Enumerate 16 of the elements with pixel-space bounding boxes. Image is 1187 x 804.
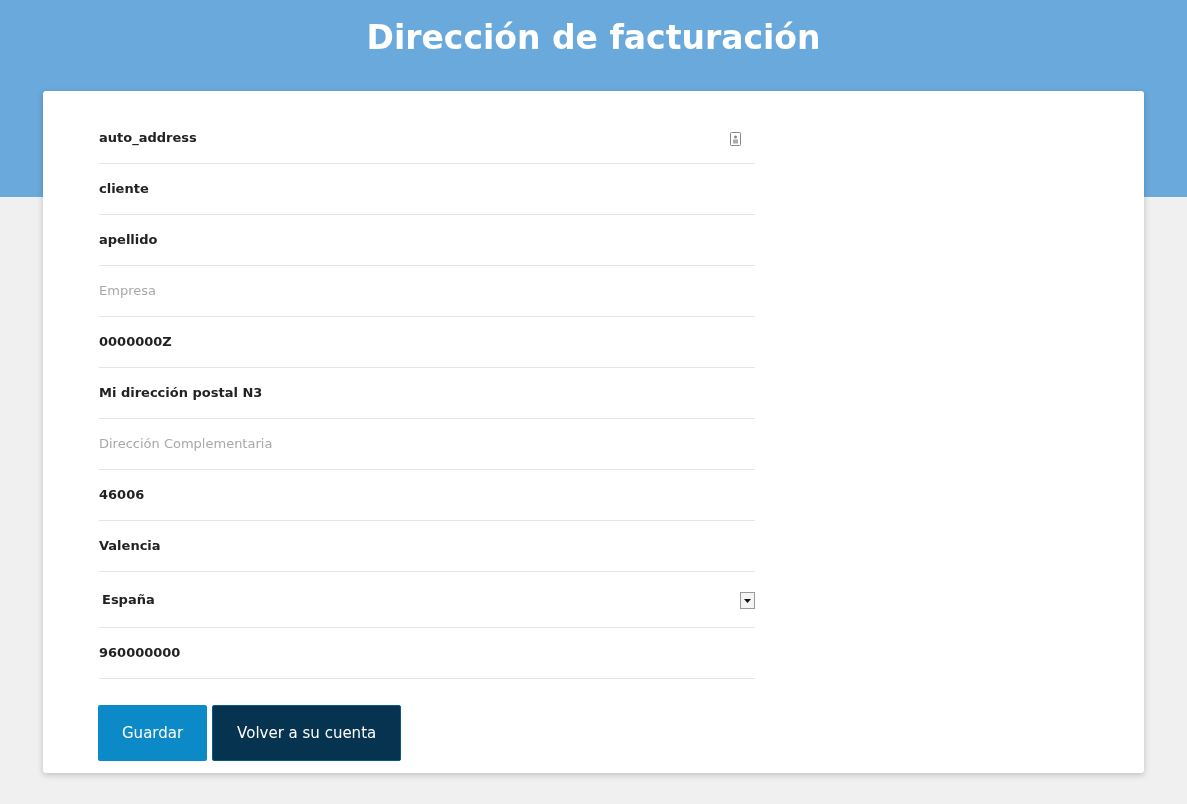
input-field[interactable]: apellido	[99, 230, 755, 250]
input-field[interactable]: Mi dirección postal N3	[99, 383, 755, 403]
input-field[interactable]: 46006	[99, 485, 755, 505]
input-field[interactable]: Dirección Complementaria	[99, 434, 755, 454]
input-field[interactable]: 0000000Z	[99, 332, 755, 352]
contact-card-icon[interactable]	[730, 132, 741, 146]
input-field[interactable]: Valencia	[99, 536, 755, 556]
page-title: Dirección de facturación	[366, 17, 821, 59]
input-field[interactable]: 960000000	[99, 643, 755, 663]
input-field[interactable]: cliente	[99, 179, 755, 199]
input-field[interactable]: Empresa	[99, 281, 755, 301]
input-field[interactable]: auto_address	[99, 128, 730, 148]
back-button[interactable]: Volver a su cuenta	[212, 705, 402, 761]
caret-down-icon	[740, 592, 755, 609]
country-select[interactable]: España	[99, 572, 755, 628]
save-button[interactable]: Guardar	[98, 705, 208, 761]
